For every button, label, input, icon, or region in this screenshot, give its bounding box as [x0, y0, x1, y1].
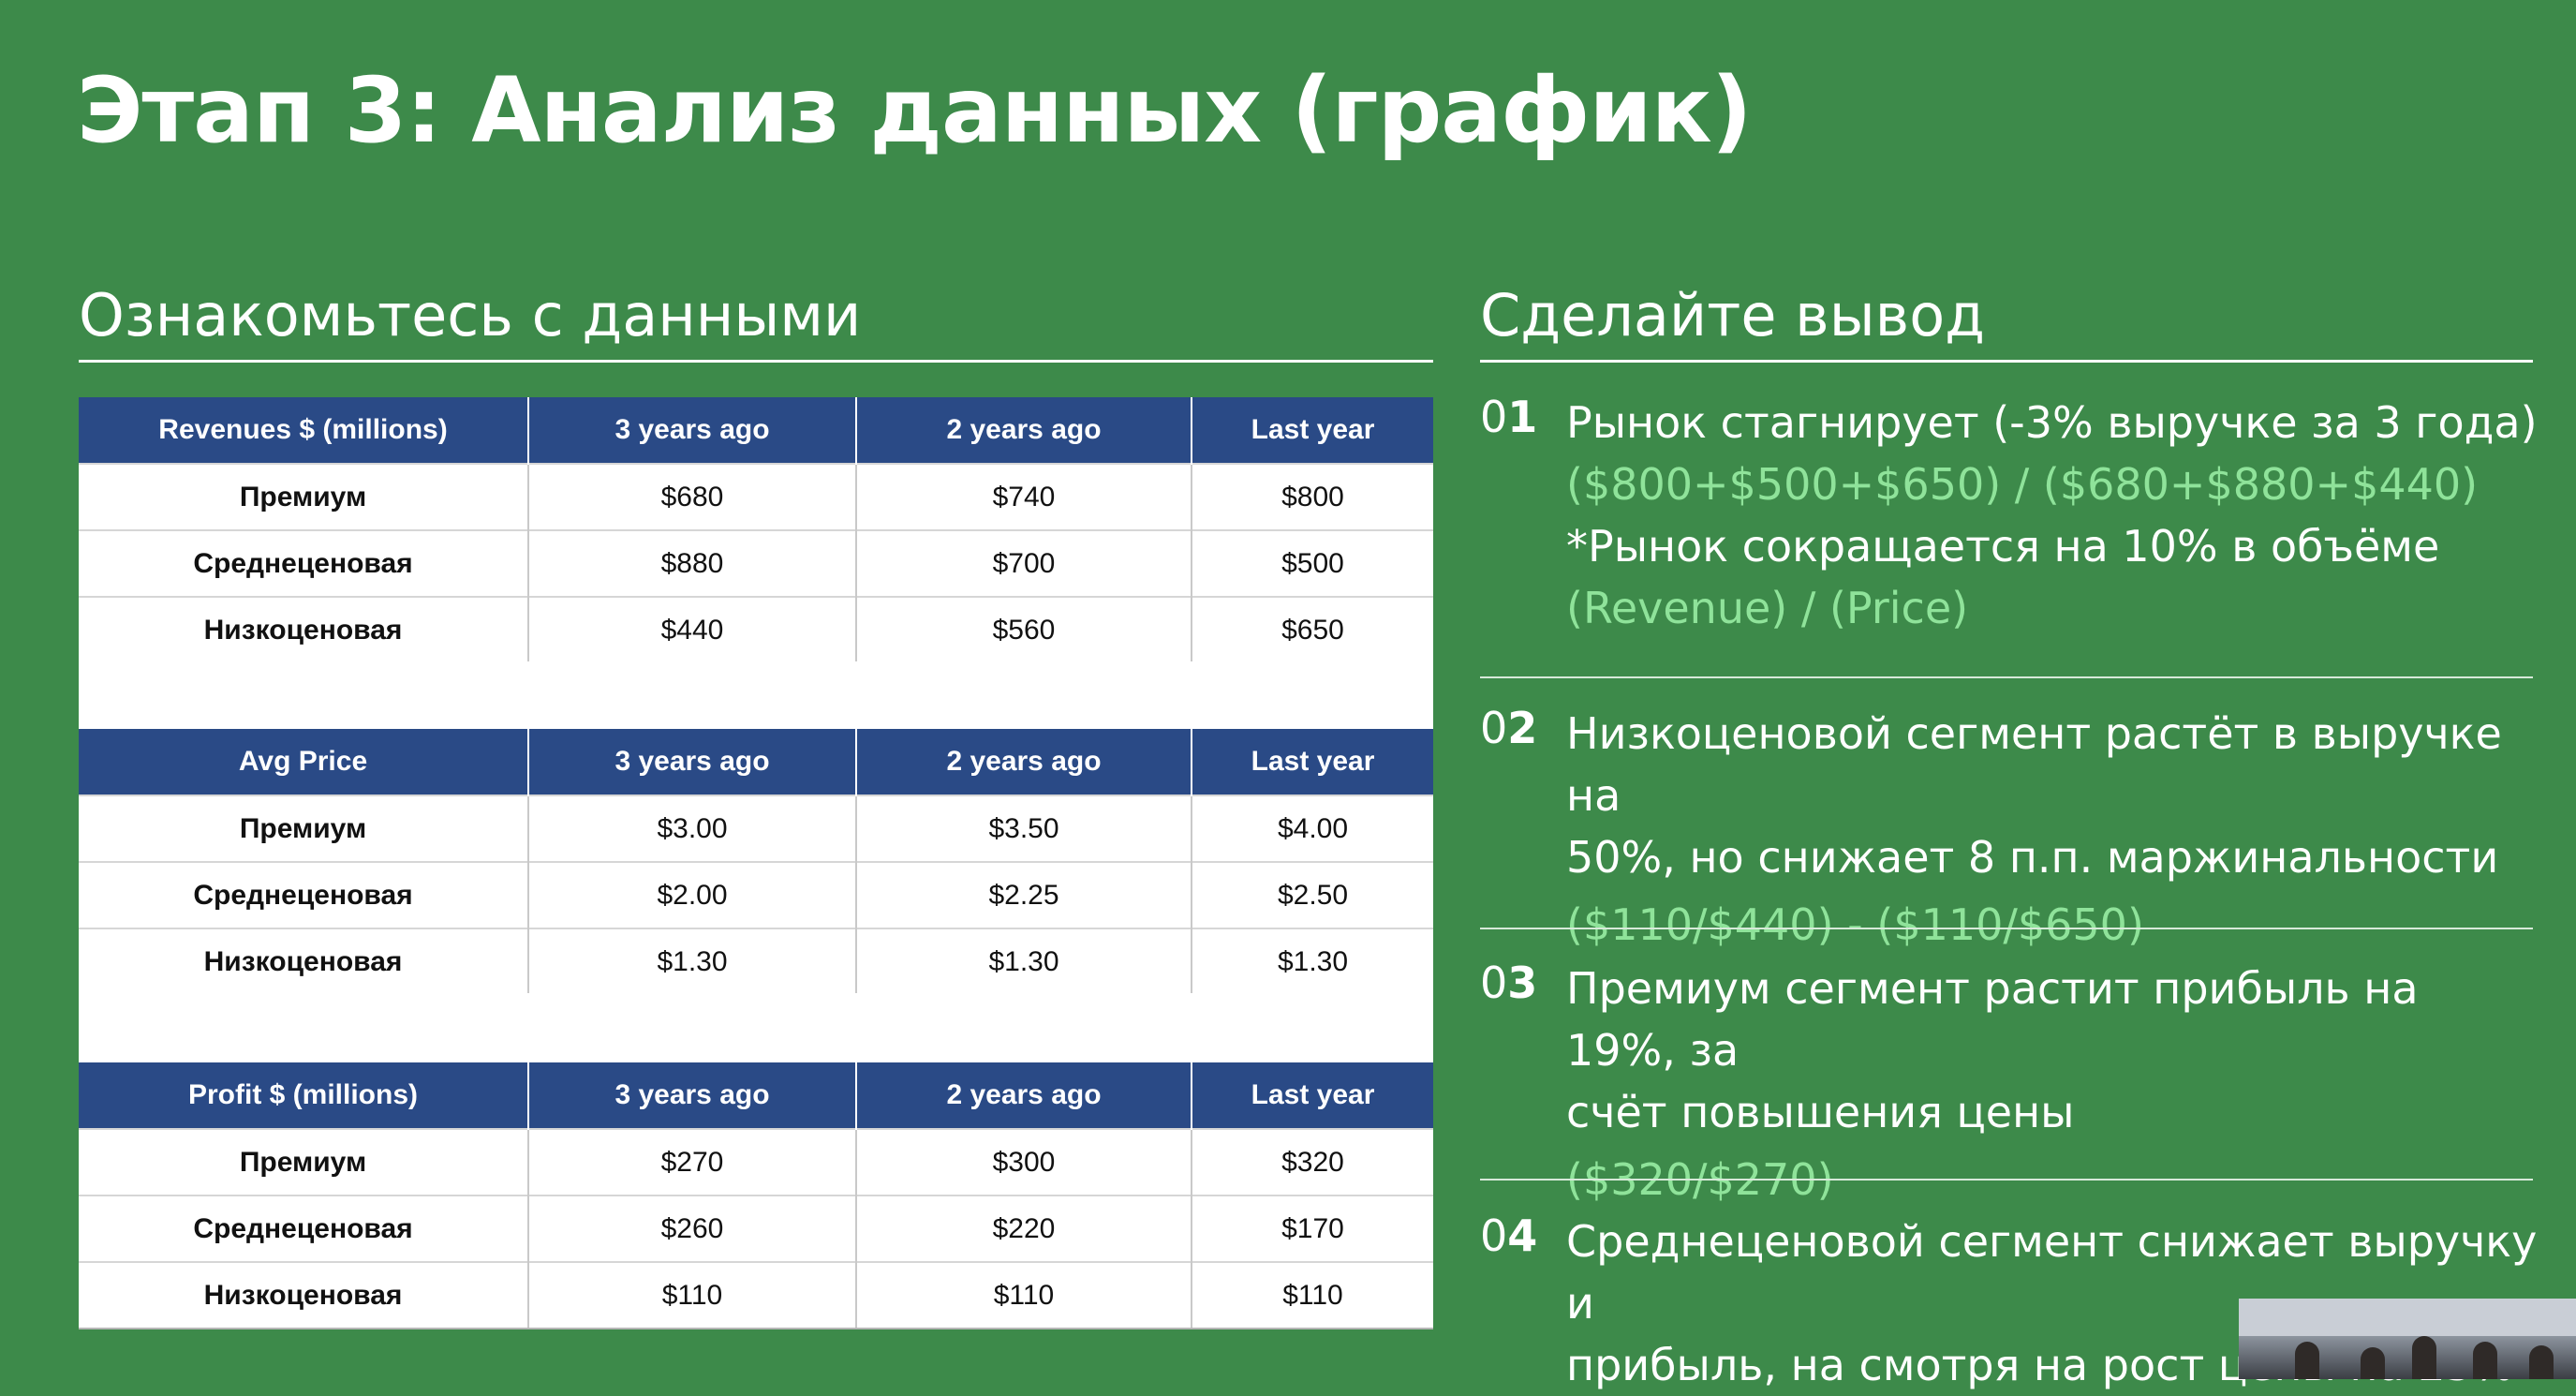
table-cell: $2.00: [528, 861, 857, 928]
conclusion-formula: (Revenue) / (Price): [1566, 583, 1969, 633]
thumbnail-figure: [2361, 1347, 2385, 1379]
table-cell: $270: [528, 1128, 857, 1196]
table-header-row: Profit $ (millions) 3 years ago 2 years …: [79, 1062, 1433, 1129]
row-label: Низкоценовая: [79, 1261, 529, 1329]
table-row: Низкоценовая $1.30 $1.30 $1.30: [79, 928, 1433, 996]
table-cell: $440: [528, 596, 857, 664]
row-label: Среднеценовая: [79, 529, 529, 597]
row-label: Среднеценовая: [79, 1195, 529, 1262]
table-header-cell: Profit $ (millions): [79, 1062, 529, 1129]
conclusion-formula: ($110/$440) - ($110/$650): [1566, 899, 2144, 950]
conclusion-text: Рынок стагнирует (-3% выручке за 3 года): [1566, 397, 2538, 448]
table-cell: $110: [856, 1261, 1192, 1329]
table-header-cell: Revenues $ (millions): [79, 397, 529, 464]
thumbnail-figure: [2529, 1345, 2554, 1379]
conclusion-item: 03 Премиум сегмент растит прибыль на 19%…: [1480, 958, 2533, 1205]
table-header-cell: Last year: [1192, 729, 1433, 795]
profit-table: Profit $ (millions) 3 years ago 2 years …: [79, 1062, 1433, 1329]
table-cell: $880: [528, 529, 857, 597]
table-cell: $260: [528, 1195, 857, 1262]
conclusion-number: 03: [1480, 958, 1538, 1008]
table-header-row: Avg Price 3 years ago 2 years ago Last y…: [79, 729, 1433, 795]
table-header-cell: Last year: [1192, 1062, 1433, 1129]
thumbnail-figure: [2473, 1342, 2497, 1379]
table-cell: $740: [856, 463, 1192, 530]
row-label: Низкоценовая: [79, 596, 529, 664]
avg-price-table: Avg Price 3 years ago 2 years ago Last y…: [79, 729, 1433, 996]
table-cell: $2.50: [1192, 861, 1433, 928]
table-cell: $1.30: [856, 928, 1192, 996]
table-cell: $800: [1192, 463, 1433, 530]
conclusion-text: *Рынок сокращается на 10% в объёме: [1566, 521, 2440, 572]
table-row: Низкоценовая $440 $560 $650: [79, 596, 1433, 664]
table-row: Низкоценовая $110 $110 $110: [79, 1261, 1433, 1329]
conclusion-divider: [1480, 1179, 2533, 1181]
table-spacer: [79, 993, 1433, 1062]
table-cell: $3.50: [856, 795, 1192, 862]
table-header-cell: Avg Price: [79, 729, 529, 795]
table-header-cell: 2 years ago: [856, 729, 1192, 795]
conclusion-divider: [1480, 676, 2533, 678]
conclusion-text: счёт повышения цены: [1566, 1087, 2075, 1137]
table-row: Среднеценовая $880 $700 $500: [79, 529, 1433, 597]
table-row: Среднеценовая $260 $220 $170: [79, 1195, 1433, 1262]
row-label: Премиум: [79, 795, 529, 862]
table-cell: $300: [856, 1128, 1192, 1196]
table-header-row: Revenues $ (millions) 3 years ago 2 year…: [79, 397, 1433, 464]
revenues-table: Revenues $ (millions) 3 years ago 2 year…: [79, 397, 1433, 664]
table-cell: $560: [856, 596, 1192, 664]
table-row: Среднеценовая $2.00 $2.25 $2.50: [79, 861, 1433, 928]
table-cell: $110: [1192, 1261, 1433, 1329]
slide-title: Этап 3: Анализ данных (график): [77, 58, 1753, 163]
conclusion-item: 01 Рынок стагнирует (-3% выручке за 3 го…: [1480, 392, 2538, 639]
table-header-cell: 3 years ago: [528, 397, 857, 464]
conclusion-text: 50%, но снижает 8 п.п. маржинальности: [1566, 832, 2499, 883]
data-heading: Ознакомьтесь с данными: [79, 281, 862, 349]
table-cell: $2.25: [856, 861, 1192, 928]
data-heading-rule: [79, 360, 1433, 363]
table-cell: $4.00: [1192, 795, 1433, 862]
video-thumbnail[interactable]: [2239, 1299, 2576, 1379]
row-label: Премиум: [79, 1128, 529, 1196]
table-cell: $650: [1192, 596, 1433, 664]
thumbnail-wall: [2239, 1299, 2576, 1336]
table-cell: $500: [1192, 529, 1433, 597]
conclusion-formula: ($800+$500+$650) / ($680+$880+$440): [1566, 459, 2479, 510]
table-header-cell: Last year: [1192, 397, 1433, 464]
conclusion-number: 04: [1480, 1210, 1538, 1261]
table-cell: $3.00: [528, 795, 857, 862]
table-header-cell: 2 years ago: [856, 1062, 1192, 1129]
table-cell: $1.30: [528, 928, 857, 996]
conclusion-number: 01: [1480, 392, 1538, 442]
table-cell: $680: [528, 463, 857, 530]
conclusion-text: Премиум сегмент растит прибыль на 19%, з…: [1566, 963, 2419, 1076]
conclusion-divider: [1480, 928, 2533, 929]
conclusion-heading-rule: [1480, 360, 2533, 363]
conclusion-text: Низкоценовой сегмент растёт в выручке на: [1566, 708, 2502, 821]
table-cell: $1.30: [1192, 928, 1433, 996]
table-header-cell: 2 years ago: [856, 397, 1192, 464]
table-cell: $110: [528, 1261, 857, 1329]
row-label: Премиум: [79, 463, 529, 530]
table-header-cell: 3 years ago: [528, 729, 857, 795]
conclusion-item: 02 Низкоценовой сегмент растёт в выручке…: [1480, 703, 2533, 950]
table-cell: $700: [856, 529, 1192, 597]
table-cell: $170: [1192, 1195, 1433, 1262]
conclusion-number: 02: [1480, 703, 1538, 753]
thumbnail-figure: [2412, 1336, 2436, 1379]
table-spacer: [79, 661, 1433, 729]
conclusion-heading: Сделайте вывод: [1480, 281, 1986, 349]
table-header-cell: 3 years ago: [528, 1062, 857, 1129]
table-row: Премиум $680 $740 $800: [79, 463, 1433, 530]
table-cell: $220: [856, 1195, 1192, 1262]
table-row: Премиум $3.00 $3.50 $4.00: [79, 795, 1433, 862]
table-cell: $320: [1192, 1128, 1433, 1196]
row-label: Низкоценовая: [79, 928, 529, 996]
thumbnail-figure: [2295, 1342, 2319, 1379]
row-label: Среднеценовая: [79, 861, 529, 928]
table-row: Премиум $270 $300 $320: [79, 1128, 1433, 1196]
